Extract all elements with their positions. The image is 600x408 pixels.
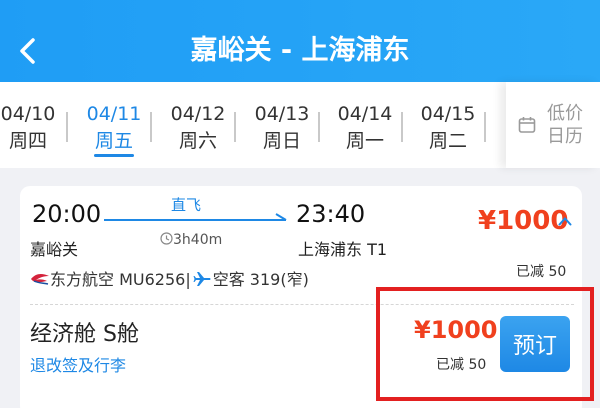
departure-city: 嘉峪关 bbox=[30, 240, 79, 259]
weekday-label: 周五 bbox=[94, 130, 133, 152]
weekday-label: 周二 bbox=[428, 130, 467, 152]
date-tab-0410[interactable]: 04/10 周四 bbox=[0, 102, 66, 153]
header-bar: 嘉峪关 - 上海浦东 bbox=[0, 0, 600, 82]
date-tab-0412[interactable]: 04/12 周六 bbox=[160, 102, 236, 153]
active-date-underline bbox=[94, 154, 134, 157]
chevron-up-icon[interactable] bbox=[558, 216, 572, 226]
date-tab-0414[interactable]: 04/14 周一 bbox=[327, 102, 403, 153]
calendar-label: 低价日历 bbox=[547, 103, 583, 147]
airplane-icon bbox=[193, 272, 211, 286]
date-label: 04/10 bbox=[0, 103, 56, 125]
date-label: 04/12 bbox=[170, 103, 226, 125]
flight-discount: 已减 50 bbox=[516, 264, 567, 280]
date-divider bbox=[150, 112, 152, 142]
date-selector: 04/10 周四 04/11 周五 04/12 周六 04/13 周日 04/1… bbox=[0, 82, 600, 168]
weekday-label: 周日 bbox=[262, 130, 301, 152]
route-arrow-icon bbox=[104, 213, 287, 221]
page-title: 嘉峪关 - 上海浦东 bbox=[190, 35, 410, 66]
date-label: 04/13 bbox=[254, 103, 310, 125]
date-label: 04/15 bbox=[420, 103, 476, 125]
clock-icon bbox=[160, 232, 173, 245]
departure-time: 20:00 bbox=[32, 200, 102, 228]
low-price-calendar-button[interactable]: 低价日历 bbox=[506, 82, 600, 168]
date-divider bbox=[318, 112, 320, 142]
china-eastern-logo-icon bbox=[31, 274, 49, 285]
flight-duration: 3h40m bbox=[160, 232, 222, 248]
cabin-class: 经济舱 S舱 bbox=[30, 322, 139, 347]
arrival-time: 23:40 bbox=[296, 200, 366, 228]
duration-text: 3h40m bbox=[173, 232, 223, 248]
weekday-label: 周六 bbox=[178, 130, 217, 152]
weekday-label: 周四 bbox=[8, 130, 47, 152]
airline-flight-number: 东方航空 MU6256| bbox=[50, 270, 191, 289]
date-label: 04/11 bbox=[86, 103, 142, 125]
date-divider bbox=[484, 112, 486, 142]
date-divider bbox=[234, 112, 236, 142]
date-tab-0411[interactable]: 04/11 周五 bbox=[76, 102, 152, 157]
date-label: 04/14 bbox=[337, 103, 393, 125]
highlight-annotation-box bbox=[376, 287, 594, 401]
refund-baggage-policy-link[interactable]: 退改签及行李 bbox=[30, 352, 126, 376]
airline-info: 东方航空 MU6256| 空客 319(窄) bbox=[30, 266, 309, 289]
flight-price: ¥1000 bbox=[478, 206, 569, 236]
date-tab-0415[interactable]: 04/15 周二 bbox=[410, 102, 486, 153]
arrival-city: 上海浦东 T1 bbox=[298, 240, 388, 259]
date-divider bbox=[401, 112, 403, 142]
calendar-icon bbox=[518, 117, 536, 133]
weekday-label: 周一 bbox=[345, 130, 384, 152]
aircraft-type: 空客 319(窄) bbox=[212, 270, 309, 289]
date-divider bbox=[66, 112, 68, 142]
date-tab-0413[interactable]: 04/13 周日 bbox=[244, 102, 320, 153]
